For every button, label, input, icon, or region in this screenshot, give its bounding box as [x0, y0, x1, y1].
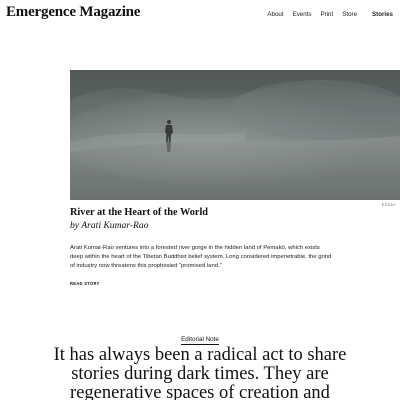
article-title[interactable]: River at the Heart of the World — [70, 206, 332, 219]
nav-store[interactable]: Store — [342, 11, 357, 18]
article-byline: by Arati Kumar-Rao — [70, 220, 149, 231]
feature-article: River at the Heart of the World by Arati… — [70, 206, 332, 290]
editorial-quote: It has always been a radical act to shar… — [53, 345, 347, 400]
misty-river-photo — [70, 70, 400, 200]
nav-about[interactable]: About — [267, 11, 283, 18]
site-header: Emergence Magazine About Events Print St… — [0, 0, 400, 30]
nav-stories[interactable]: Stories — [372, 11, 393, 18]
article-description: Arati Kumar-Rao ventures into a forested… — [70, 245, 332, 270]
nav-print[interactable]: Print — [320, 11, 333, 18]
main-nav: About Events Print Store Stories — [267, 11, 393, 18]
feature-image[interactable] — [70, 70, 400, 200]
editorial-note-text: Editorial Note — [181, 336, 219, 345]
site-logo[interactable]: Emergence Magazine — [6, 4, 140, 21]
read-story-link[interactable]: READ STORY — [70, 281, 100, 286]
essay-tag: ESSAY — [381, 203, 396, 207]
nav-events[interactable]: Events — [293, 11, 312, 18]
editorial-note-label: Editorial Note — [0, 336, 400, 345]
